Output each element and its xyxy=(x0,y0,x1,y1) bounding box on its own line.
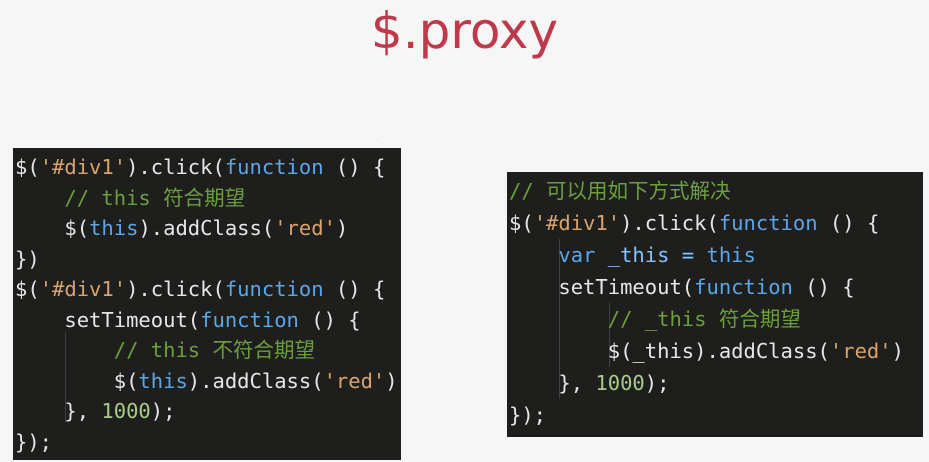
code-token: function xyxy=(224,155,324,179)
code-token: }); xyxy=(509,403,547,427)
code-line: $('#div1').click(function () { xyxy=(13,274,401,305)
code-token: }, xyxy=(509,371,596,395)
code-token: '#div1' xyxy=(39,155,127,179)
code-token: function xyxy=(694,275,793,299)
code-token: function xyxy=(718,211,818,235)
code-token: ) xyxy=(385,368,398,393)
code-token: $( xyxy=(15,368,139,393)
code-line: // _this 符合期望 xyxy=(507,303,923,335)
slide-title: $.proxy xyxy=(370,2,559,60)
code-token: }); xyxy=(15,429,53,454)
code-line: }); xyxy=(13,427,401,458)
code-token: () { xyxy=(298,307,361,332)
code-block-solution: // 可以用如下方式解决 $('#div1').click(function ()… xyxy=(507,172,923,437)
code-token: $( xyxy=(15,216,90,240)
code-token: // _this 符合期望 xyxy=(607,307,801,331)
code-token: '#div1' xyxy=(39,277,127,301)
code-line: }, 1000); xyxy=(13,396,401,427)
code-token: $( xyxy=(509,211,534,235)
code-token: }) xyxy=(15,246,40,271)
code-line: // this 不符合期望 xyxy=(13,335,401,366)
code-token: $( xyxy=(15,155,40,179)
code-token: ).click( xyxy=(126,277,225,301)
code-token: ).click( xyxy=(620,211,719,235)
code-token: 'red' xyxy=(323,368,386,393)
code-line: }); xyxy=(507,399,923,431)
code-token: // this 不符合期望 xyxy=(113,338,315,362)
code-token: ); xyxy=(644,371,670,395)
code-token: this xyxy=(89,216,139,240)
code-block-problem: $('#div1').click(function () { // this 符… xyxy=(13,148,401,460)
code-token: }, xyxy=(15,399,102,423)
code-line: var _this = this xyxy=(507,239,923,271)
code-line: setTimeout(function () { xyxy=(13,305,401,336)
code-line: setTimeout(function () { xyxy=(507,271,923,303)
mouse-cursor-icon: ↖ xyxy=(374,132,390,153)
code-token: 'red' xyxy=(274,216,336,240)
code-line: // 可以用如下方式解决 xyxy=(507,175,923,207)
code-token: ).addClass( xyxy=(187,368,324,393)
code-token: setTimeout( xyxy=(15,307,201,332)
code-token: () { xyxy=(323,277,386,301)
code-token: _this = xyxy=(595,243,707,267)
code-token: 'red' xyxy=(829,339,892,363)
code-token: $( xyxy=(15,277,40,301)
code-token: 1000 xyxy=(101,399,151,423)
code-token: var xyxy=(558,243,596,267)
code-token: ).addClass( xyxy=(138,216,275,240)
code-token: this xyxy=(138,368,188,393)
code-line: // this 符合期望 xyxy=(13,183,401,214)
code-line: $(this).addClass('red') xyxy=(13,366,401,397)
code-token: ).click( xyxy=(126,155,225,179)
code-token: () { xyxy=(323,155,386,179)
code-line: $(_this).addClass('red') xyxy=(507,335,923,367)
code-token: ); xyxy=(150,399,176,423)
code-token: ) xyxy=(891,339,904,363)
code-token: ) xyxy=(335,216,349,240)
code-line: }, 1000); xyxy=(507,367,923,399)
code-line: $('#div1').click(function () { xyxy=(13,152,401,183)
code-token: function xyxy=(224,277,324,301)
code-token: $(_this).addClass( xyxy=(509,339,830,363)
code-token: () { xyxy=(817,211,880,235)
code-token: // 可以用如下方式解决 xyxy=(509,179,731,203)
code-token: setTimeout( xyxy=(509,275,695,299)
code-token: '#div1' xyxy=(533,211,621,235)
code-line: $('#div1').click(function () { xyxy=(507,207,923,239)
code-token: this xyxy=(706,243,756,267)
code-line: $(this).addClass('red') xyxy=(13,213,401,244)
code-line: }) xyxy=(13,244,401,275)
code-token: 1000 xyxy=(595,371,645,395)
code-token: // this 符合期望 xyxy=(64,185,246,210)
code-token: function xyxy=(200,307,299,332)
code-token: () { xyxy=(792,275,855,299)
